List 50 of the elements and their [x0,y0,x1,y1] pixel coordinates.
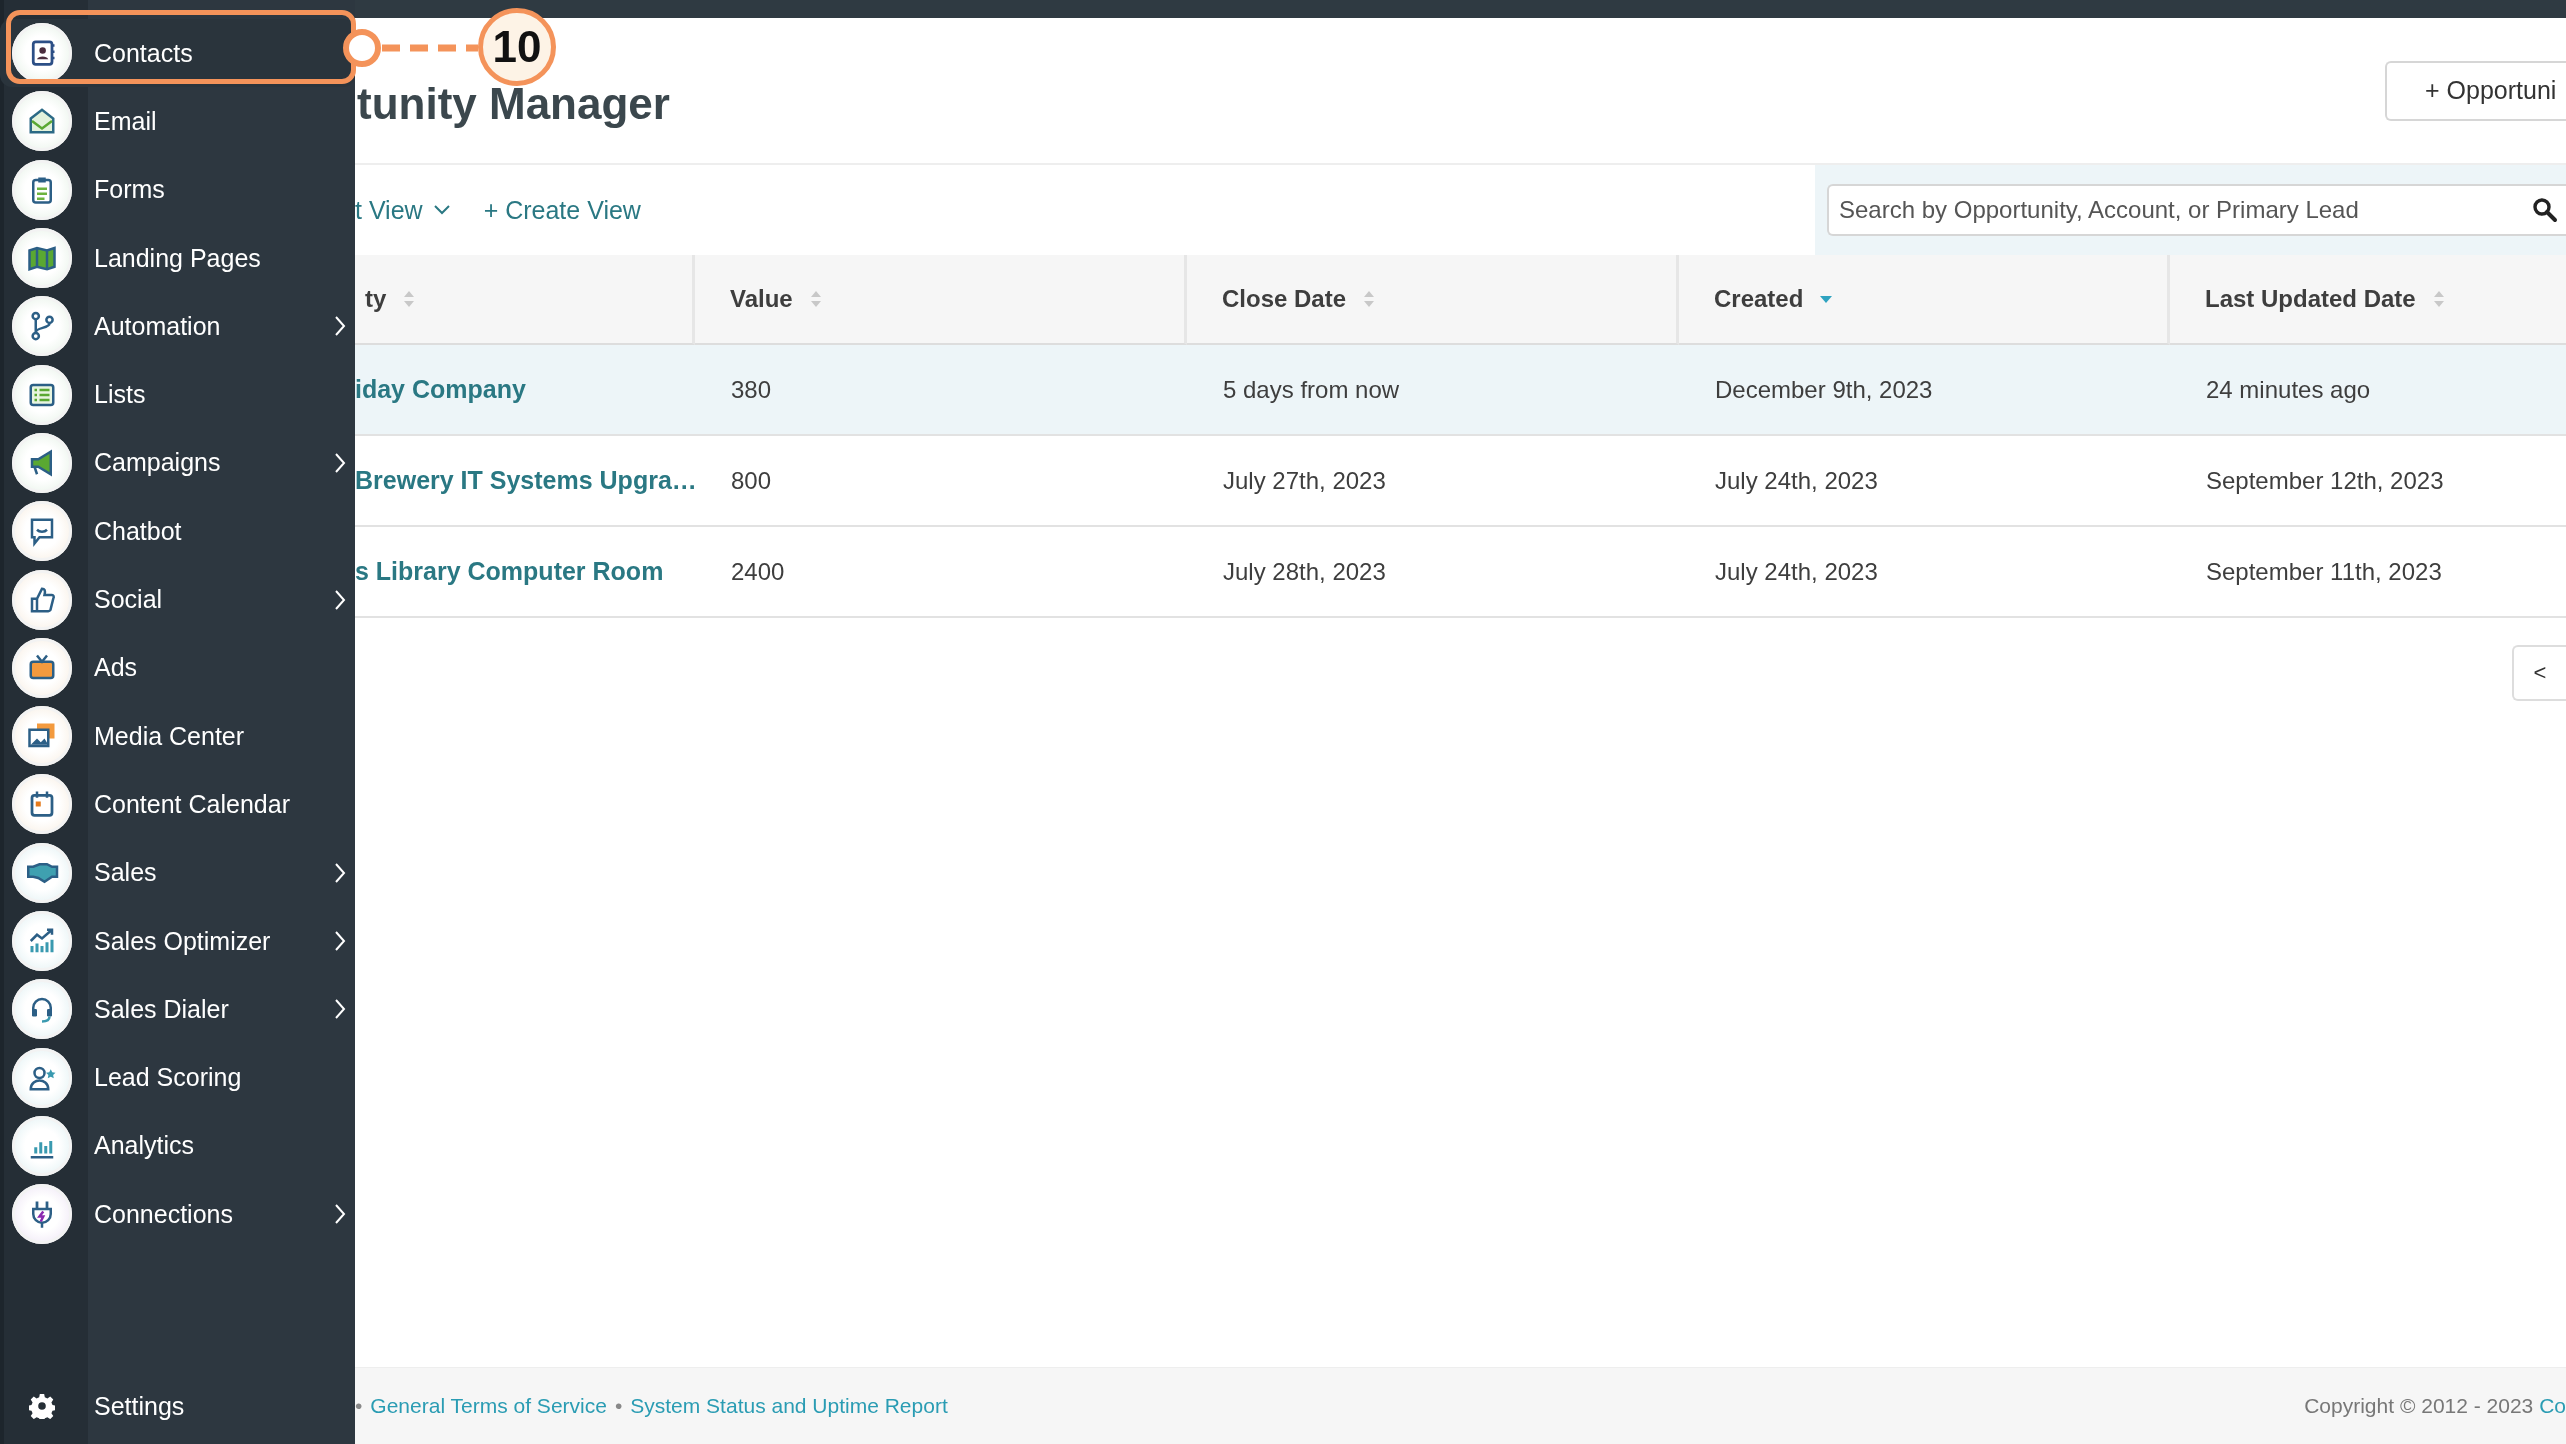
add-opportunity-button[interactable]: + Opportuni [2385,60,2566,121]
opportunity-link[interactable]: s Library Computer Room [355,527,695,618]
table-cell: September 12th, 2023 [2170,436,2566,527]
sidebar-item[interactable]: Campaigns [0,428,355,498]
sidebar-item[interactable]: Lead Scoring [0,1043,355,1112]
chart-up-icon [12,911,72,971]
table-cell: 24 minutes ago [2170,345,2566,436]
create-view-link[interactable]: + Create View [483,195,641,225]
sidebar-item[interactable]: Social [0,565,355,634]
sidebar-item[interactable]: Analytics [0,1111,355,1181]
copyright-text: Copyright © 2012 - 2023 Co [2304,1394,2566,1418]
sidebar-item[interactable]: Sales Optimizer [0,906,355,976]
search-field[interactable]: Search by Opportunity, Account, or Primary Lead [1827,184,2566,236]
column-header[interactable]: ty [355,255,695,345]
settings-icon [29,1393,55,1419]
column-header[interactable]: Last Updated Date [2170,255,2566,345]
sidebar-item[interactable]: Sales Dialer [0,975,355,1044]
caret-icon [432,204,451,216]
sidebar-item[interactable]: Automation [0,292,355,361]
opportunity-link[interactable]: iday Company [355,345,695,436]
bullet-separator: • [355,1394,363,1418]
previous-page-button[interactable]: < [2512,645,2566,701]
column-header[interactable]: Value [695,255,1187,345]
table-cell: September 11th, 2023 [2170,527,2566,618]
sidebar-item[interactable]: Lists [0,360,355,429]
sidebar-item[interactable]: Media Center [0,701,355,771]
column-header[interactable]: Created [1679,255,2170,345]
sidebar-item[interactable]: Landing Pages [0,223,355,293]
table-cell: July 28th, 2023 [1187,527,1679,618]
table-cell: 2400 [695,527,1187,618]
table-cell: July 24th, 2023 [1679,527,2170,618]
sidebar-item[interactable]: Email [0,87,355,156]
table-cell: July 27th, 2023 [1187,436,1679,527]
sidebar-item[interactable]: Connections [0,1180,355,1249]
sidebar-item[interactable]: Forms [0,155,355,224]
column-header[interactable]: Close Date [1187,255,1679,345]
table-cell: 800 [695,436,1187,527]
table-cell: 5 days from now [1187,345,1679,436]
sidebar-item[interactable]: Chatbot [0,497,355,566]
sidebar-item[interactable]: Ads [0,633,355,702]
settings-item[interactable]: Settings [0,1368,355,1444]
table-cell: July 24th, 2023 [1679,436,2170,527]
sidebar-item[interactable]: Content Calendar [0,770,355,839]
table-cell: 380 [695,345,1187,436]
opportunity-link[interactable]: Brewery IT Systems Upgra… [355,436,695,527]
sidebar-item[interactable]: Sales [0,838,355,907]
search-icon[interactable] [2532,197,2558,223]
table-cell: December 9th, 2023 [1679,345,2170,436]
view-dropdown[interactable]: t View [355,195,451,225]
bullet-separator: • [614,1394,623,1418]
